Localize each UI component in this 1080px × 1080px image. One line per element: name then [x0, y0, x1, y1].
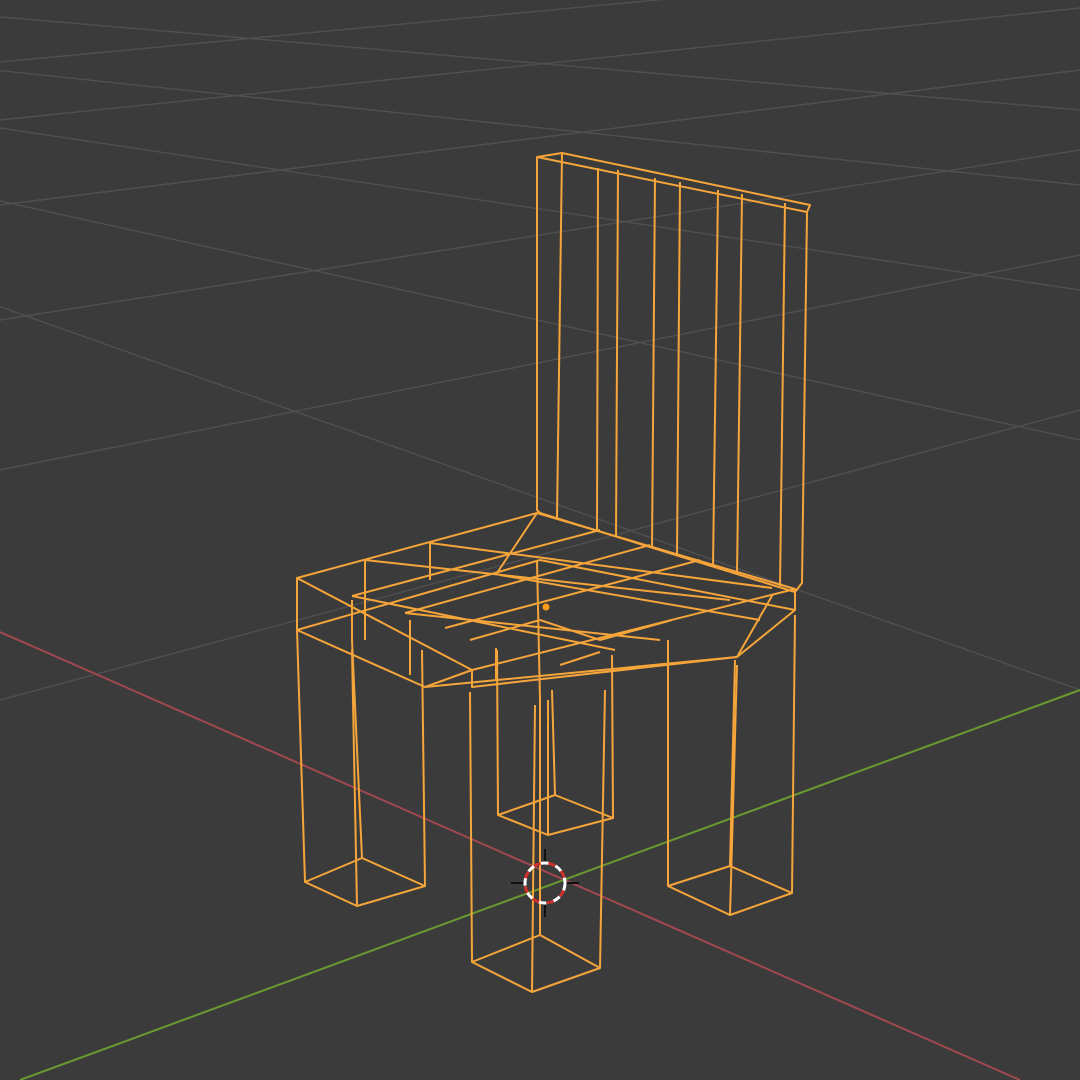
leg-right: [667, 614, 796, 916]
floor-grid: [0, 0, 1080, 701]
leg-front-center: [469, 689, 606, 993]
leg-front-left: [296, 629, 426, 907]
3d-viewport[interactable]: [0, 0, 1080, 1080]
3d-cursor-icon[interactable]: [511, 849, 579, 917]
x-axis-line: [0, 631, 1021, 1080]
object-origin-dot[interactable]: [542, 603, 550, 611]
viewport-canvas[interactable]: [0, 0, 1080, 1080]
y-axis-line: [19, 689, 1080, 1080]
backrest: [536, 152, 811, 593]
